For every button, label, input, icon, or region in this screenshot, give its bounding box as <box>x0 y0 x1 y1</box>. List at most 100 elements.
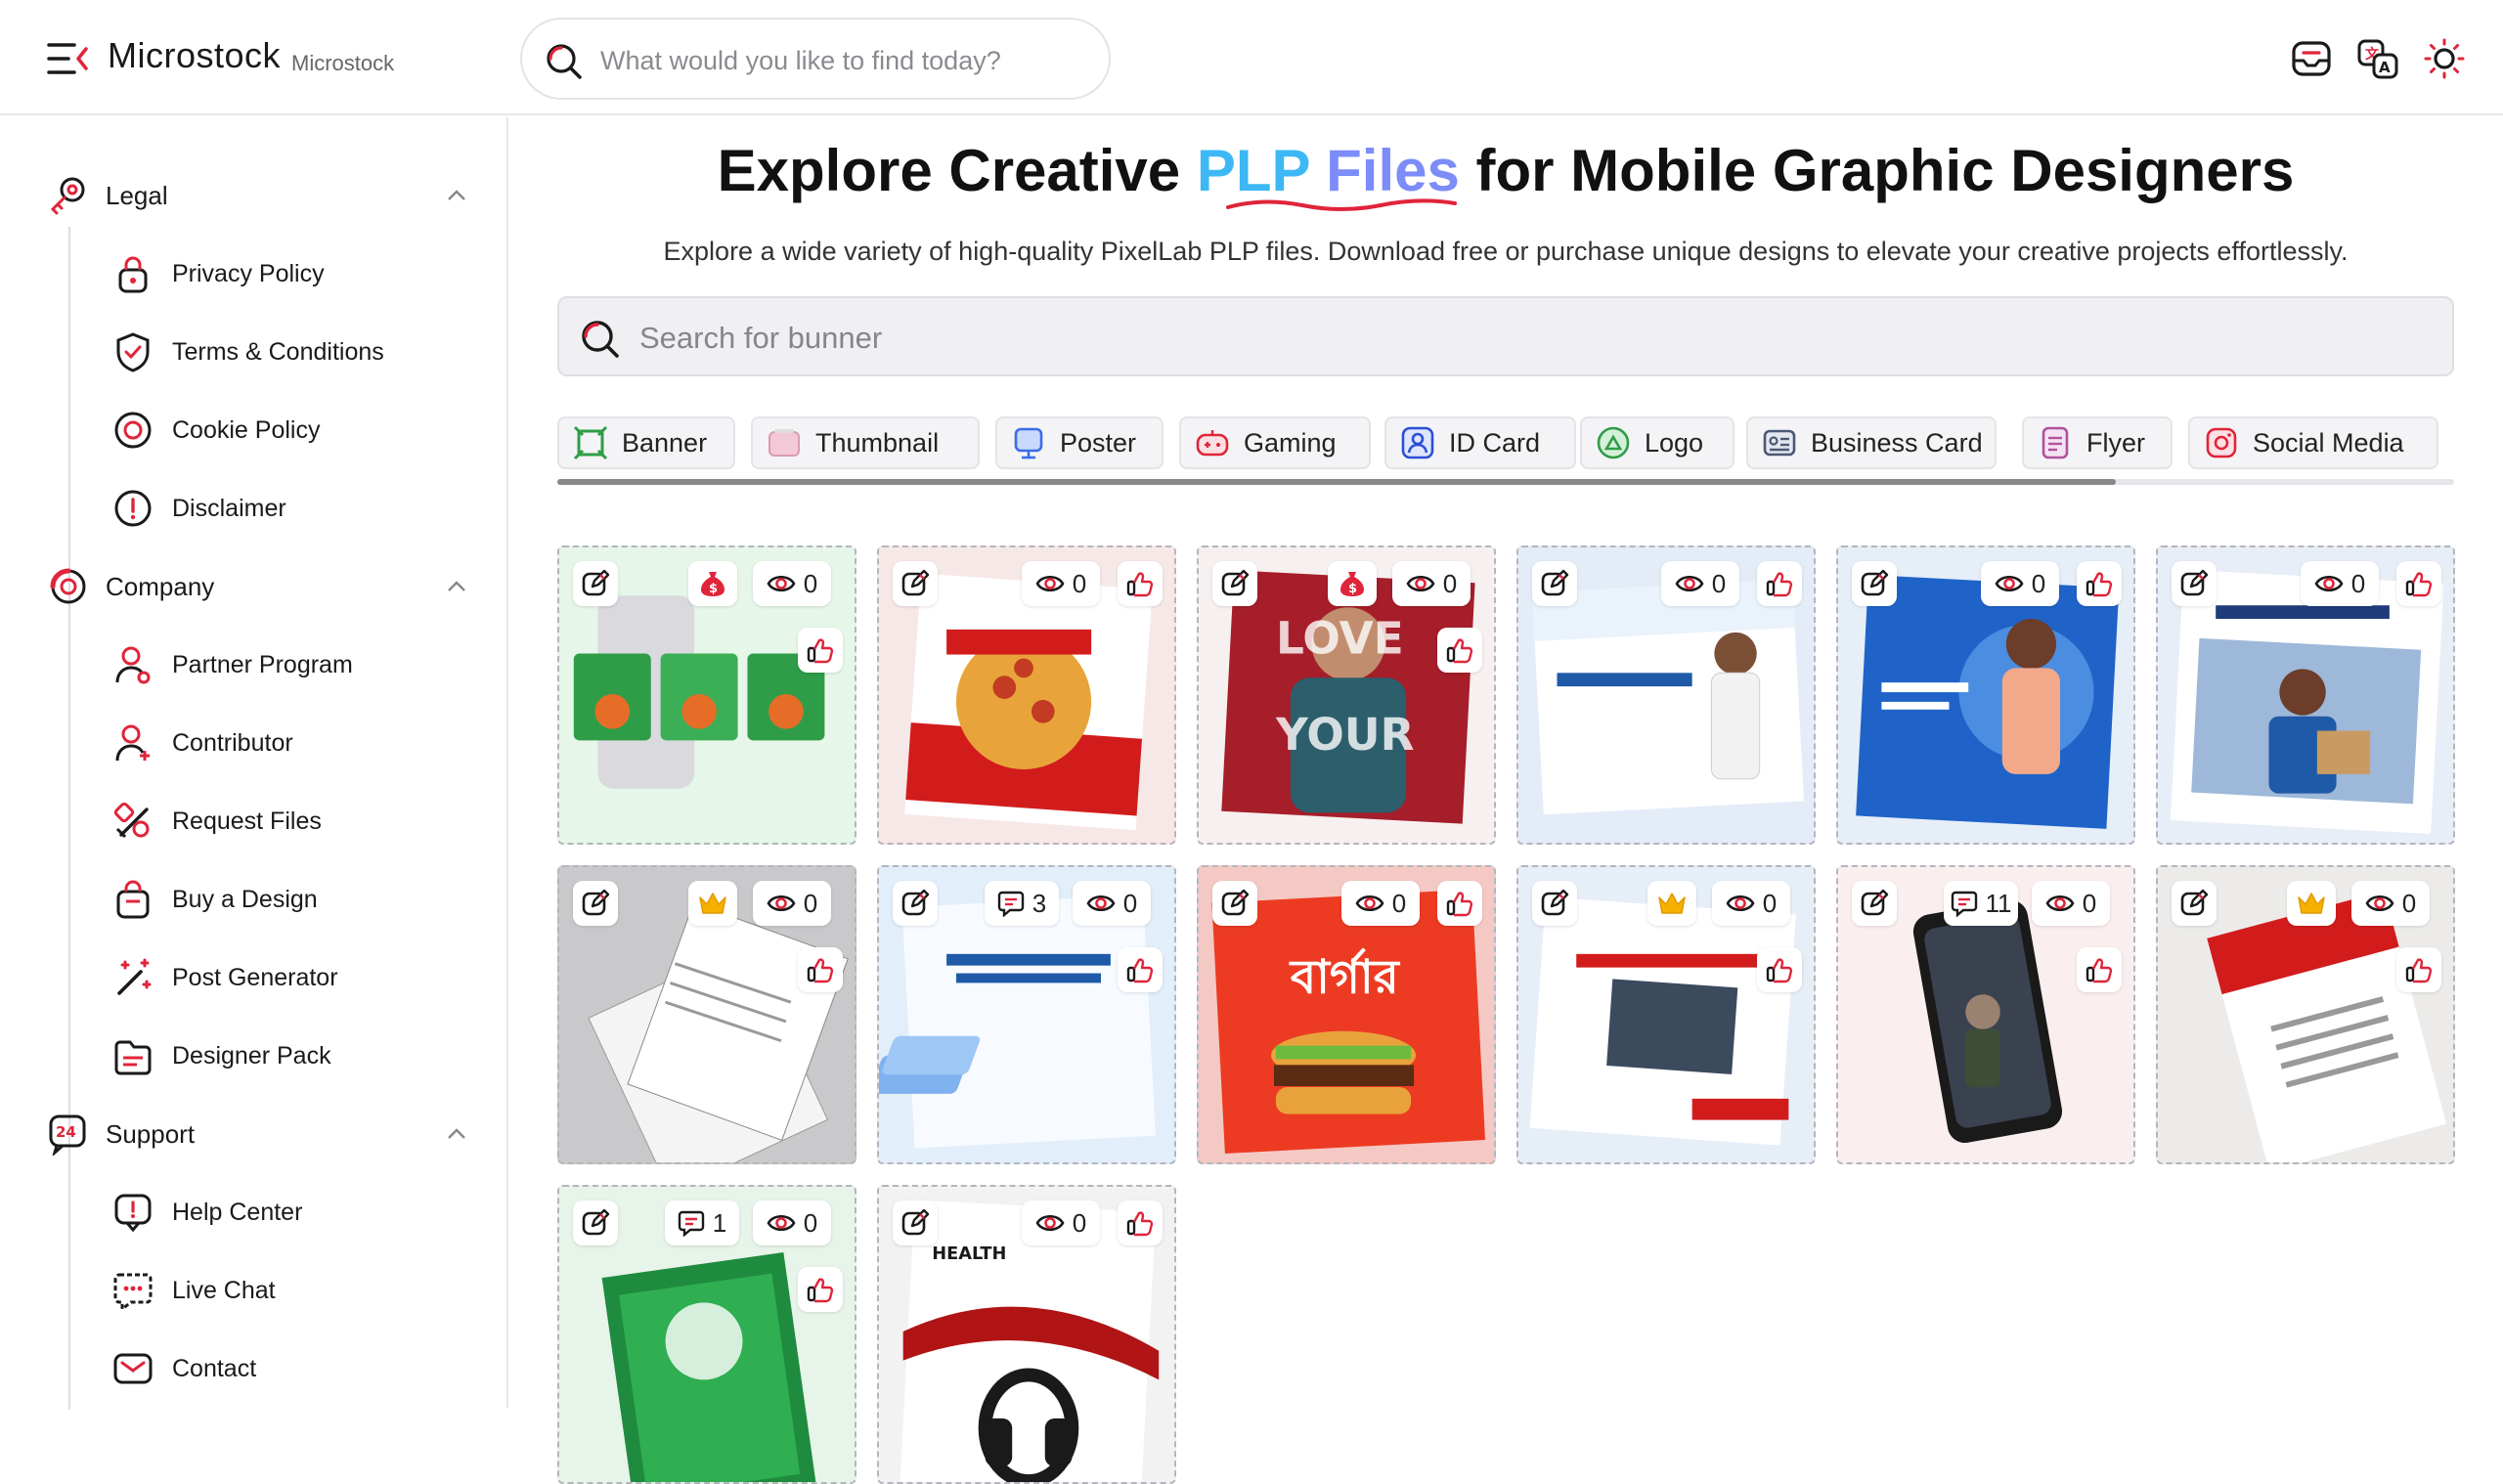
sidebar-item-live-chat[interactable]: Live Chat <box>111 1263 483 1318</box>
design-card[interactable]: 0 $ <box>557 546 856 845</box>
comments-count[interactable]: 11 <box>1944 881 2018 926</box>
edit-design-button[interactable] <box>1532 561 1577 606</box>
design-card[interactable]: 0 <box>877 546 1176 845</box>
user-contributor-icon <box>115 724 150 762</box>
comments-count[interactable]: 3 <box>985 881 1059 926</box>
sidebar-group-label: Legal <box>106 180 168 210</box>
like-button[interactable] <box>1757 947 1802 992</box>
views-number: 0 <box>2082 888 2097 918</box>
chip-poster[interactable]: Poster <box>995 416 1164 469</box>
edit-design-button[interactable] <box>1852 561 1897 606</box>
chip-logo[interactable]: Logo <box>1580 416 1735 469</box>
brand-name[interactable]: Microstock <box>108 35 281 76</box>
sidebar-item-label: Partner Program <box>172 650 353 678</box>
edit-design-button[interactable] <box>893 881 938 926</box>
like-button[interactable] <box>1118 561 1163 606</box>
like-button[interactable] <box>2396 947 2441 992</box>
like-button[interactable] <box>2396 561 2441 606</box>
edit-design-button[interactable] <box>2172 561 2217 606</box>
design-card[interactable]: HEALTH 0 <box>877 1185 1176 1484</box>
design-card[interactable]: 01 <box>557 1185 856 1484</box>
edit-design-button[interactable] <box>1212 561 1257 606</box>
like-button[interactable] <box>1437 628 1482 673</box>
sidebar-item-terms[interactable]: Terms & Conditions <box>111 325 483 379</box>
inbox-icon[interactable] <box>2290 37 2333 80</box>
design-card[interactable]: 0 <box>1836 546 2135 845</box>
design-card[interactable]: বার্গার 0 <box>1197 865 1496 1164</box>
logo-icon <box>1597 426 1630 459</box>
edit-design-button[interactable] <box>893 561 938 606</box>
design-card[interactable]: 0 <box>1516 546 1816 845</box>
chip-flyer[interactable]: Flyer <box>2022 416 2173 469</box>
chip-banner[interactable]: Banner <box>557 416 735 469</box>
sidebar-item-contributor[interactable]: Contributor <box>111 716 483 770</box>
menu-collapse-icon[interactable] <box>47 39 90 78</box>
sidebar-item-buy-design[interactable]: Buy a Design <box>111 872 483 927</box>
design-search-bar[interactable] <box>557 296 2454 376</box>
help-chat-icon <box>114 1194 152 1233</box>
edit-design-button[interactable] <box>573 1200 618 1245</box>
sidebar-group-label: Company <box>106 571 215 601</box>
design-card[interactable]: LOVE YOUR 0 $ <box>1197 546 1496 845</box>
like-button[interactable] <box>1118 1200 1163 1245</box>
edit-design-button[interactable] <box>573 881 618 926</box>
sidebar-group-company[interactable]: Company <box>47 557 467 616</box>
edit-design-button[interactable] <box>1852 881 1897 926</box>
like-button[interactable] <box>1437 881 1482 926</box>
language-translate-icon[interactable]: 文 A <box>2356 37 2399 80</box>
design-search-input[interactable] <box>639 314 2399 363</box>
design-card[interactable]: 03 <box>877 865 1176 1164</box>
top-search-input[interactable] <box>600 37 1089 84</box>
sidebar-group-legal[interactable]: Legal <box>47 166 467 225</box>
chip-business-card[interactable]: Business Card <box>1746 416 1997 469</box>
edit-design-button[interactable] <box>893 1200 938 1245</box>
chevron-up-icon[interactable] <box>446 185 467 206</box>
sidebar-item-help-center[interactable]: Help Center <box>111 1185 483 1240</box>
chevron-up-icon[interactable] <box>446 1123 467 1145</box>
chip-gaming[interactable]: Gaming <box>1179 416 1371 469</box>
comment-icon <box>997 891 1024 917</box>
edit-icon <box>582 889 610 916</box>
chip-thumbnail[interactable]: Thumbnail <box>751 416 980 469</box>
eye-icon <box>1726 895 1755 912</box>
like-button[interactable] <box>798 947 843 992</box>
like-button[interactable] <box>1757 561 1802 606</box>
sidebar-item-label: Post Generator <box>172 963 338 991</box>
eye-icon <box>767 1214 796 1232</box>
chevron-up-icon[interactable] <box>446 576 467 597</box>
comments-count[interactable]: 1 <box>665 1200 739 1245</box>
edit-design-button[interactable] <box>1532 881 1577 926</box>
sidebar-group-support[interactable]: 24 Support <box>47 1105 467 1163</box>
like-button[interactable] <box>798 1267 843 1312</box>
design-card[interactable]: 0 <box>2156 865 2455 1164</box>
design-card[interactable]: 0 <box>1516 865 1816 1164</box>
chip-id-card[interactable]: ID Card <box>1384 416 1576 469</box>
sidebar-item-post-generator[interactable]: Post Generator <box>111 950 483 1005</box>
design-card[interactable]: 0 <box>557 865 856 1164</box>
sidebar-item-disclaimer[interactable]: Disclaimer <box>111 481 483 536</box>
edit-design-button[interactable] <box>573 561 618 606</box>
theme-sun-icon[interactable] <box>2423 37 2466 80</box>
eye-icon <box>2365 895 2394 912</box>
views-number: 0 <box>2350 568 2366 598</box>
banner-icon <box>573 425 608 460</box>
like-button[interactable] <box>1118 947 1163 992</box>
sidebar-item-privacy-policy[interactable]: Privacy Policy <box>111 246 483 301</box>
like-button[interactable] <box>2077 561 2122 606</box>
like-button[interactable] <box>2077 947 2122 992</box>
sidebar-item-request-files[interactable]: Request Files <box>111 794 483 849</box>
sidebar-item-designer-pack[interactable]: Designer Pack <box>111 1028 483 1083</box>
flyer-icon <box>2042 426 2069 459</box>
sidebar-item-partner-program[interactable]: Partner Program <box>111 637 483 692</box>
sidebar-item-cookie-policy[interactable]: Cookie Policy <box>111 403 483 458</box>
chip-social-media[interactable]: Social Media <box>2188 416 2438 469</box>
edit-design-button[interactable] <box>1212 881 1257 926</box>
thumbs-up-icon <box>2086 572 2113 597</box>
like-button[interactable] <box>798 628 843 673</box>
design-card[interactable]: 0 <box>2156 546 2455 845</box>
top-search-bar[interactable] <box>520 18 1111 100</box>
edit-design-button[interactable] <box>2172 881 2217 926</box>
sidebar-item-contact[interactable]: Contact <box>111 1341 483 1396</box>
chips-scrollbar-thumb[interactable] <box>557 479 2116 485</box>
design-card[interactable]: 0 11 <box>1836 865 2135 1164</box>
